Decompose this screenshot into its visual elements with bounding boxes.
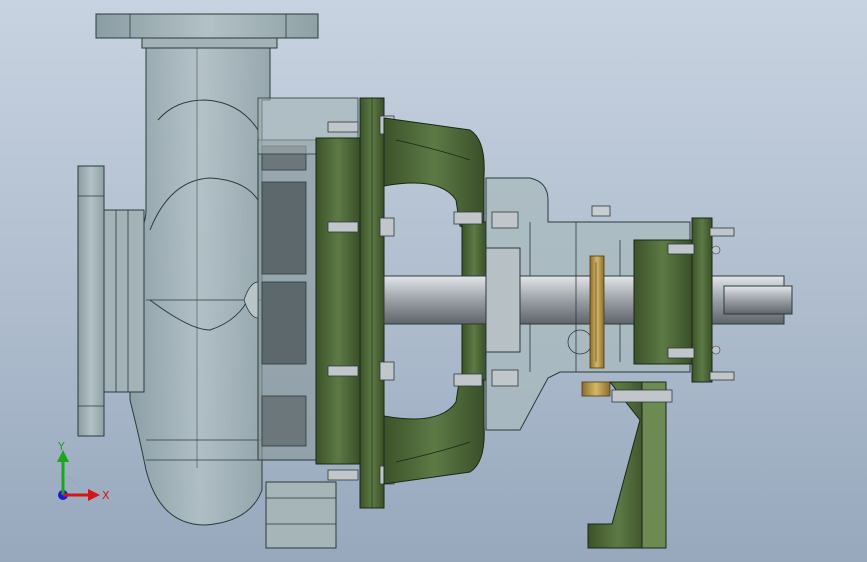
triad-plane-arc [63, 475, 80, 488]
support-foot[interactable] [587, 381, 673, 549]
cad-viewport[interactable]: Y X [0, 0, 867, 562]
coordinate-triad: Y X [57, 440, 110, 502]
casing-cover[interactable] [315, 97, 385, 509]
discharge-flange[interactable] [95, 13, 319, 49]
x-axis-label: X [102, 489, 110, 502]
pump-assembly-model[interactable] [0, 0, 867, 562]
volute-casing[interactable] [129, 47, 271, 526]
x-axis-arrow [88, 489, 100, 501]
y-axis-label: Y [57, 440, 65, 453]
